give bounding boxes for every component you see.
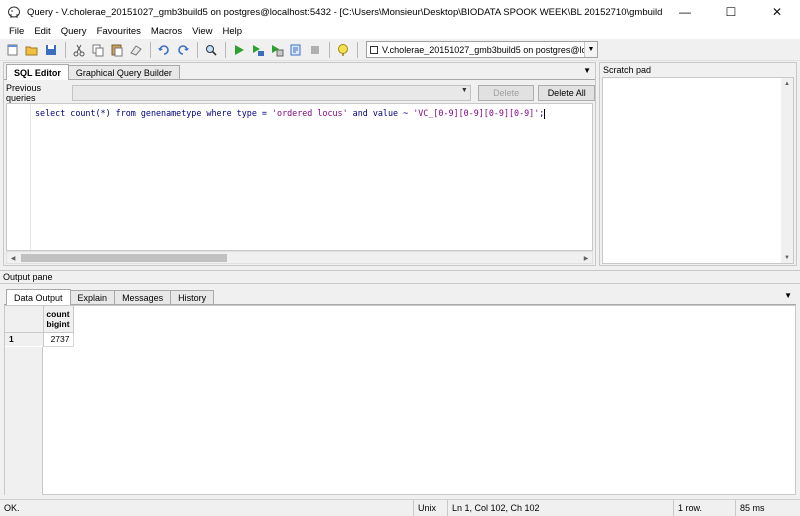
find-icon[interactable] (202, 41, 220, 59)
connection-value: V.cholerae_20151027_gmb3build5 on postgr… (382, 44, 584, 55)
toolbar-separator (197, 41, 198, 58)
minimize-button[interactable]: — (662, 0, 708, 24)
column-header-count[interactable]: count bigint (43, 306, 74, 333)
title-bar: Query - V.cholerae_20151027_gmb3build5 o… (0, 0, 800, 24)
sql-string-literal: 'VC_[0-9][0-9][0-9][0-9]' (413, 108, 540, 118)
scratch-pad-textarea[interactable]: ▲ ▼ (602, 77, 794, 264)
sql-editor-textarea[interactable]: select count(*) from genenametype where … (6, 103, 593, 251)
toolbar-separator (357, 41, 358, 58)
output-tab-strip: Data Output Explain Messages History ▼ (4, 288, 796, 305)
paste-icon[interactable] (108, 41, 126, 59)
vertical-scrollbar[interactable]: ▲ ▼ (781, 78, 793, 263)
previous-queries-row: Previous queries ▼ Delete Delete All (4, 83, 596, 103)
cut-icon[interactable] (70, 41, 88, 59)
window-title: Query - V.cholerae_20151027_gmb3build5 o… (27, 6, 662, 18)
chevron-down-icon[interactable]: ▼ (584, 42, 597, 57)
horizontal-scrollbar[interactable]: ◀ ▶ (6, 251, 593, 264)
editor-tab-strip: SQL Editor Graphical Query Builder ▼ (4, 63, 595, 80)
help-icon[interactable] (334, 41, 352, 59)
execute-query-icon[interactable] (230, 41, 248, 59)
menu-favourites[interactable]: Favourites (92, 26, 146, 37)
toolbar-separator (225, 41, 226, 58)
redo-icon[interactable] (174, 41, 192, 59)
new-window-icon[interactable] (4, 41, 22, 59)
pane-menu-icon[interactable]: ▼ (784, 291, 792, 300)
menu-bar: File Edit Query Favourites Macros View H… (0, 24, 800, 39)
toolbar-separator (65, 41, 66, 58)
save-icon[interactable] (42, 41, 60, 59)
connection-dropdown[interactable]: V.cholerae_20151027_gmb3build5 on postgr… (366, 41, 598, 58)
sql-keywords: select count(*) from genenametype where … (35, 108, 272, 118)
connection-icon (370, 45, 378, 54)
close-button[interactable]: ✕ (754, 0, 800, 24)
sql-query-line: select count(*) from genenametype where … (35, 108, 546, 119)
previous-queries-label: Previous queries (6, 83, 42, 103)
grid-corner[interactable] (5, 306, 44, 333)
text-cursor (544, 108, 546, 119)
execute-to-file-icon[interactable] (268, 41, 286, 59)
execute-pgscript-icon[interactable] (249, 41, 267, 59)
scrollbar-thumb[interactable] (21, 254, 227, 262)
scroll-right-icon[interactable]: ▶ (580, 253, 592, 264)
status-message: OK. (0, 499, 414, 516)
previous-queries-dropdown[interactable]: ▼ (71, 85, 471, 101)
eraser-icon[interactable] (127, 41, 145, 59)
tab-graphical-query-builder[interactable]: Graphical Query Builder (67, 65, 180, 79)
sql-string-literal: 'ordered locus' (271, 108, 348, 118)
output-pane-title: Output pane (0, 270, 800, 284)
cancel-query-icon[interactable] (306, 41, 324, 59)
pgadmin-elephant-icon (7, 5, 21, 19)
delete-button[interactable]: Delete (477, 85, 535, 101)
scratch-pad-pane: Scratch pad ▲ ▼ (599, 62, 797, 266)
editor-pane: SQL Editor Graphical Query Builder ▼ Pre… (3, 62, 596, 266)
tab-explain[interactable]: Explain (69, 290, 116, 304)
scroll-up-icon[interactable]: ▲ (781, 78, 793, 89)
menu-edit[interactable]: Edit (29, 26, 55, 37)
pane-menu-icon[interactable]: ▼ (583, 66, 591, 75)
toolbar: V.cholerae_20151027_gmb3build5 on postgr… (0, 39, 800, 61)
menu-view[interactable]: View (187, 26, 217, 37)
result-table: count bigint 1 2737 (5, 306, 74, 347)
undo-icon[interactable] (155, 41, 173, 59)
sql-keywords: and value ~ (347, 108, 414, 118)
tab-messages[interactable]: Messages (114, 290, 172, 304)
data-output-grid: count bigint 1 2737 (4, 305, 796, 495)
menu-file[interactable]: File (4, 26, 29, 37)
status-bar: OK. Unix Ln 1, Col 102, Ch 102 1 row. 85… (0, 499, 800, 516)
delete-all-button[interactable]: Delete All (538, 85, 596, 101)
maximize-button[interactable]: ☐ (708, 0, 754, 24)
output-pane: Output pane Data Output Explain Messages… (0, 270, 800, 496)
line-gutter (7, 104, 31, 250)
menu-help[interactable]: Help (218, 26, 248, 37)
menu-macros[interactable]: Macros (146, 26, 187, 37)
row-header-column (5, 347, 43, 495)
column-name: count (46, 308, 70, 319)
tab-data-output[interactable]: Data Output (6, 289, 71, 305)
explain-query-icon[interactable] (287, 41, 305, 59)
scroll-left-icon[interactable]: ◀ (7, 253, 19, 264)
menu-query[interactable]: Query (56, 26, 92, 37)
scratch-pad-title: Scratch pad (603, 64, 652, 75)
scroll-down-icon[interactable]: ▼ (781, 252, 793, 263)
tab-sql-editor[interactable]: SQL Editor (6, 64, 69, 80)
toolbar-separator (150, 41, 151, 58)
status-row-count: 1 row. (674, 499, 736, 516)
tab-history[interactable]: History (170, 290, 215, 304)
status-line-ending: Unix (414, 499, 448, 516)
toolbar-separator (329, 41, 330, 58)
open-folder-icon[interactable] (23, 41, 41, 59)
status-cursor-position: Ln 1, Col 102, Ch 102 (448, 499, 674, 516)
copy-icon[interactable] (89, 41, 107, 59)
column-type: bigint (46, 318, 70, 329)
table-cell[interactable]: 2737 (43, 332, 74, 347)
row-header[interactable]: 1 (5, 332, 44, 346)
chevron-down-icon[interactable]: ▼ (461, 87, 468, 94)
status-query-time: 85 ms (740, 503, 765, 513)
